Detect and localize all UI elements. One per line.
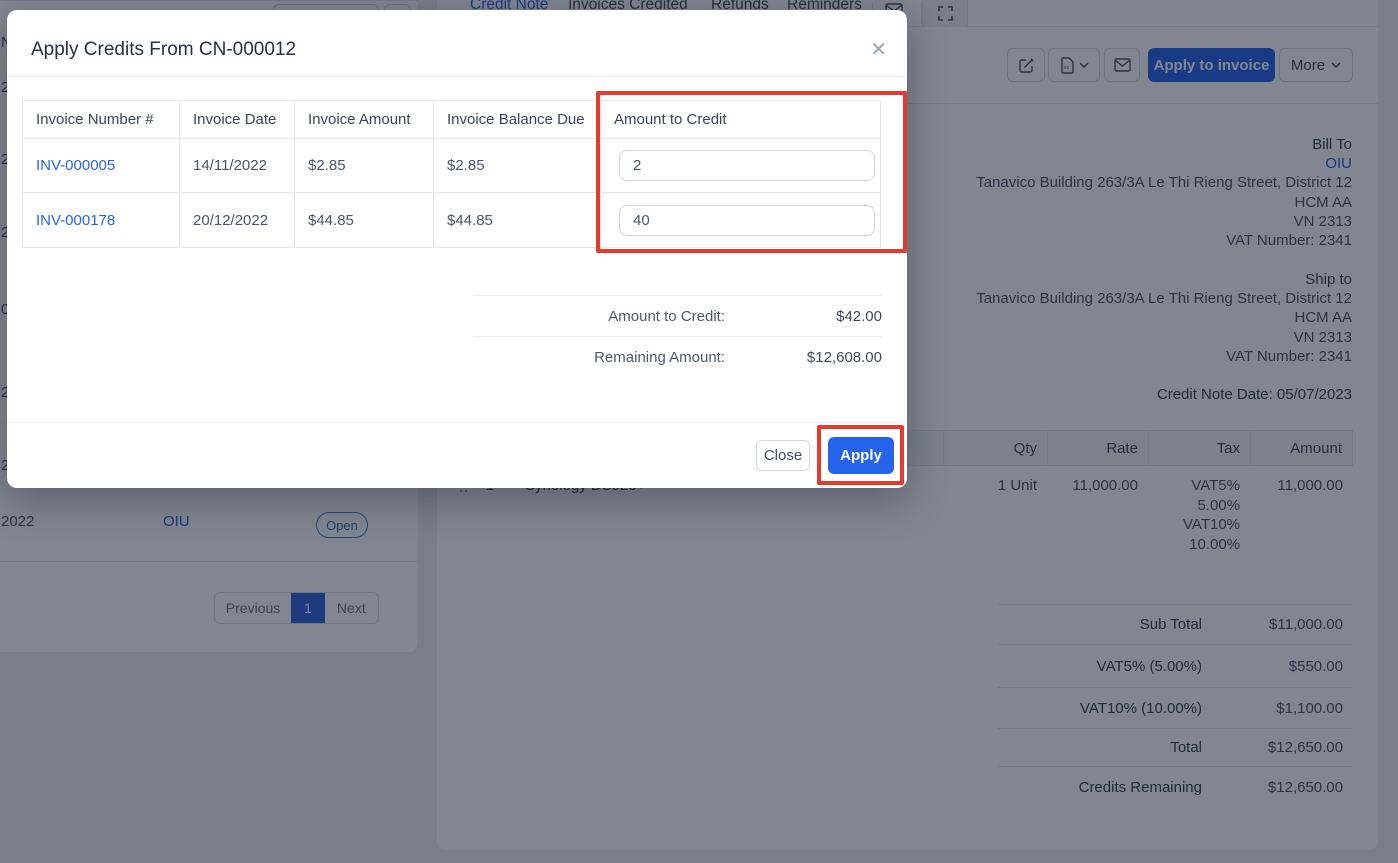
summary-row-remaining: Remaining Amount: $12,608.00	[473, 336, 882, 377]
close-button[interactable]: Close	[756, 440, 810, 471]
invoice-amount: $44.85	[294, 193, 433, 247]
invoice-balance-due: $44.85	[433, 193, 600, 247]
invoice-date: 14/11/2022	[179, 139, 294, 192]
divider	[7, 76, 907, 77]
divider	[7, 422, 907, 423]
modal-title: Apply Credits From CN-000012	[31, 39, 297, 60]
summary-row-amount: Amount to Credit: $42.00	[473, 295, 882, 336]
app-screen: N 20 20 20 0 20 20 2022 OIU Open Previou…	[0, 0, 1398, 863]
invoice-balance-due: $2.85	[433, 139, 600, 192]
credit-summary: Amount to Credit: $42.00 Remaining Amoun…	[473, 295, 882, 377]
annotation-box-apply-button	[817, 425, 904, 485]
invoice-link[interactable]: INV-000005	[36, 157, 115, 174]
invoice-date: 20/12/2022	[179, 193, 294, 247]
invoice-link[interactable]: INV-000178	[36, 212, 115, 229]
annotation-box-amount-to-credit-column	[596, 91, 907, 253]
close-icon[interactable]: ✕	[870, 40, 887, 60]
invoice-amount: $2.85	[294, 139, 433, 192]
